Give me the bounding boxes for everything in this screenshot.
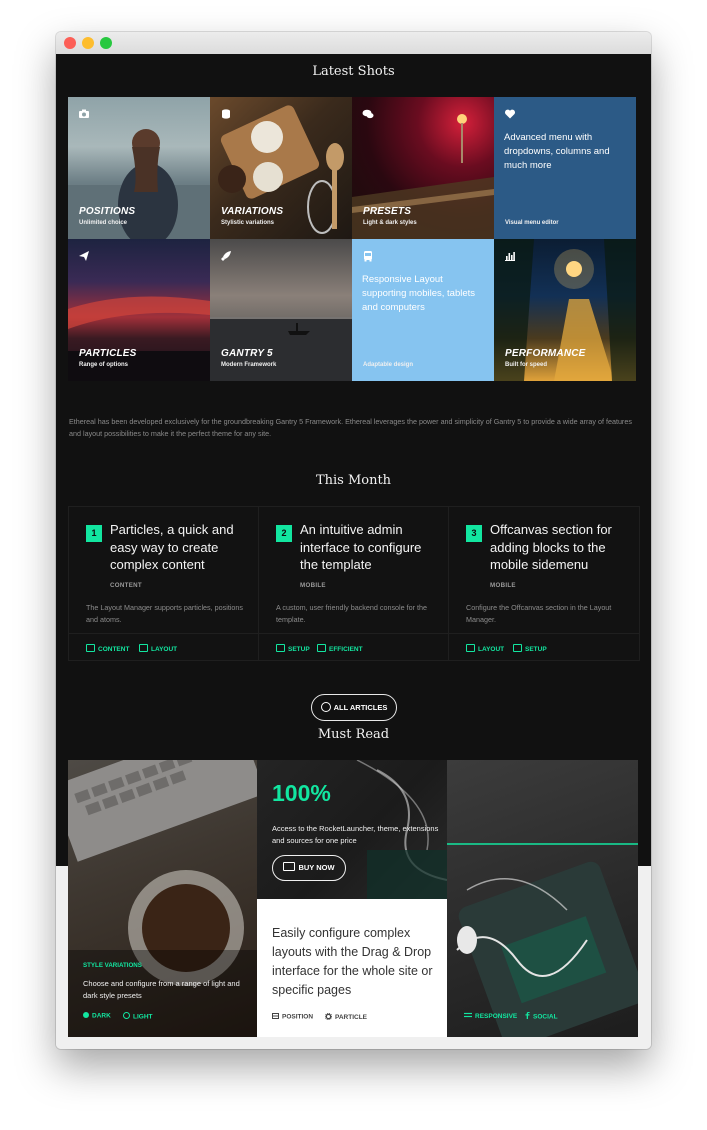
- tile-text: Responsive Layout supporting mobiles, ta…: [362, 274, 476, 313]
- article-card[interactable]: 2 An intuitive admin interface to config…: [258, 506, 450, 661]
- article-category[interactable]: CONTENT: [110, 582, 142, 589]
- style-variations-label[interactable]: STYLE VARIATIONS: [83, 962, 142, 969]
- tile-subtitle: Visual menu editor: [505, 220, 559, 226]
- tile-title: PERFORMANCE: [505, 348, 586, 359]
- responsive-block[interactable]: RESPONSIVE SOCIAL: [447, 760, 638, 1037]
- tile-title: VARIATIONS: [221, 206, 284, 217]
- tile-subtitle: Stylistic variations: [221, 220, 275, 226]
- camera-icon: [466, 644, 475, 652]
- position-tag[interactable]: POSITION: [272, 1013, 313, 1021]
- intro-text: Ethereal has been developed exclusively …: [69, 417, 632, 438]
- tag-link[interactable]: LAYOUT: [466, 644, 504, 653]
- style-variations-text: Choose and configure from a range of lig…: [83, 979, 240, 1000]
- article-description: The Layout Manager supports particles, p…: [86, 603, 244, 624]
- tile-responsive[interactable]: Responsive Layout supporting mobiles, ta…: [352, 239, 494, 381]
- promo-text: Access to the RocketLauncher, theme, ext…: [272, 824, 439, 845]
- close-window-button[interactable]: [64, 37, 76, 49]
- arrow-circle-icon: [320, 702, 331, 712]
- tile-particles[interactable]: PARTICLES Range of options: [68, 239, 210, 381]
- tag-link[interactable]: SETUP: [513, 644, 547, 653]
- all-articles-button[interactable]: ALL ARTICLES: [311, 694, 397, 721]
- tile-title: PRESETS: [363, 206, 412, 217]
- article-tags: CONTENT LAYOUT: [69, 633, 259, 661]
- maximize-window-button[interactable]: [100, 37, 112, 49]
- tile-performance[interactable]: PERFORMANCE Built for speed: [494, 239, 636, 381]
- article-category[interactable]: MOBILE: [300, 582, 326, 589]
- tag-link[interactable]: CONTENT: [86, 644, 129, 653]
- promo-percent: 100%: [272, 780, 331, 806]
- tile-title: GANTRY 5: [221, 348, 273, 359]
- rocket-icon: [220, 249, 232, 261]
- gear-icon: [324, 1012, 333, 1021]
- must-read-heading: Must Read: [317, 727, 390, 742]
- tile-subtitle: Modern Framework: [221, 362, 277, 368]
- buy-now-button[interactable]: BUY NOW: [272, 855, 346, 881]
- exchange-icon: [464, 1012, 472, 1018]
- comments-icon: [362, 107, 374, 119]
- phone-earphones-photo: [447, 843, 638, 1037]
- facebook-icon: [525, 1012, 530, 1019]
- article-tags: SETUP EFFICIENT: [259, 633, 449, 661]
- article-title[interactable]: An intuitive admin interface to configur…: [300, 521, 440, 574]
- article-title[interactable]: Offcanvas section for adding blocks to t…: [490, 521, 630, 574]
- heart-icon: [504, 107, 516, 119]
- tag-link[interactable]: EFFICIENT: [317, 644, 363, 653]
- latest-shots-heading: Latest Shots: [312, 64, 395, 79]
- social-tag[interactable]: SOCIAL: [525, 1012, 558, 1021]
- camera-icon: [86, 644, 95, 652]
- tag-link[interactable]: SETUP: [276, 644, 310, 653]
- layout-icon: [317, 644, 326, 652]
- bus-icon: [362, 249, 374, 262]
- light-tag[interactable]: LIGHT: [123, 1012, 153, 1021]
- tile-gantry[interactable]: GANTRY 5 Modern Framework: [210, 239, 352, 381]
- feature-block[interactable]: Easily configure complex layouts with th…: [257, 899, 447, 1037]
- paper-plane-icon: [78, 249, 90, 261]
- article-number: 1: [86, 525, 102, 542]
- database-icon: [220, 107, 232, 119]
- article-card[interactable]: 1 Particles, a quick and easy way to cre…: [68, 506, 260, 661]
- article-title[interactable]: Particles, a quick and easy way to creat…: [110, 521, 250, 574]
- tile-visual-menu[interactable]: Advanced menu with dropdowns, columns an…: [494, 97, 636, 239]
- tile-subtitle: Unlimited choice: [79, 220, 128, 226]
- article-number: 2: [276, 525, 292, 542]
- feature-text: Easily configure complex layouts with th…: [272, 926, 433, 997]
- circle-icon: [123, 1012, 130, 1019]
- bar-chart-icon: [504, 249, 516, 261]
- article-description: Configure the Offcanvas section in the L…: [466, 603, 612, 624]
- table-icon: [272, 1013, 279, 1019]
- promo-block: 100% Access to the RocketLauncher, theme…: [257, 760, 447, 899]
- tile-text: Advanced menu with dropdowns, columns an…: [504, 132, 610, 171]
- article-card[interactable]: 3 Offcanvas section for adding blocks to…: [448, 506, 640, 661]
- layout-icon: [139, 644, 148, 652]
- tag-link[interactable]: LAYOUT: [139, 644, 177, 653]
- article-category[interactable]: MOBILE: [490, 582, 516, 589]
- tile-positions[interactable]: POSITIONS Unlimited choice: [68, 97, 210, 239]
- this-month-heading: This Month: [315, 473, 392, 488]
- tile-subtitle: Built for speed: [505, 362, 548, 368]
- window-titlebar: [56, 32, 651, 55]
- article-description: A custom, user friendly backend console …: [276, 603, 428, 624]
- page-content: Latest Shots POSITIONS Unlimited choice: [56, 54, 651, 1049]
- tile-title: POSITIONS: [79, 206, 136, 217]
- article-tags: LAYOUT SETUP: [449, 633, 639, 661]
- tile-title: PARTICLES: [79, 348, 137, 359]
- camera-icon: [276, 644, 285, 652]
- browser-window: Latest Shots POSITIONS Unlimited choice: [56, 32, 651, 1049]
- tile-presets[interactable]: PRESETS Light & dark styles: [352, 97, 494, 239]
- style-variations-block[interactable]: STYLE VARIATIONS Choose and configure fr…: [68, 760, 257, 1037]
- particle-tag[interactable]: PARTICLE: [324, 1012, 367, 1021]
- dot-icon: [83, 1012, 89, 1018]
- layout-icon: [513, 644, 522, 652]
- camera-icon: [78, 107, 90, 119]
- tile-subtitle: Light & dark styles: [363, 220, 417, 226]
- credit-card-icon: [283, 862, 296, 871]
- tile-variations[interactable]: VARIATIONS Stylistic variations: [210, 97, 352, 239]
- minimize-window-button[interactable]: [82, 37, 94, 49]
- tile-subtitle: Range of options: [79, 362, 128, 368]
- dark-tag[interactable]: DARK: [83, 1012, 111, 1020]
- responsive-tag[interactable]: RESPONSIVE: [464, 1012, 517, 1020]
- tile-subtitle: Adaptable design: [363, 362, 414, 368]
- article-number: 3: [466, 525, 482, 542]
